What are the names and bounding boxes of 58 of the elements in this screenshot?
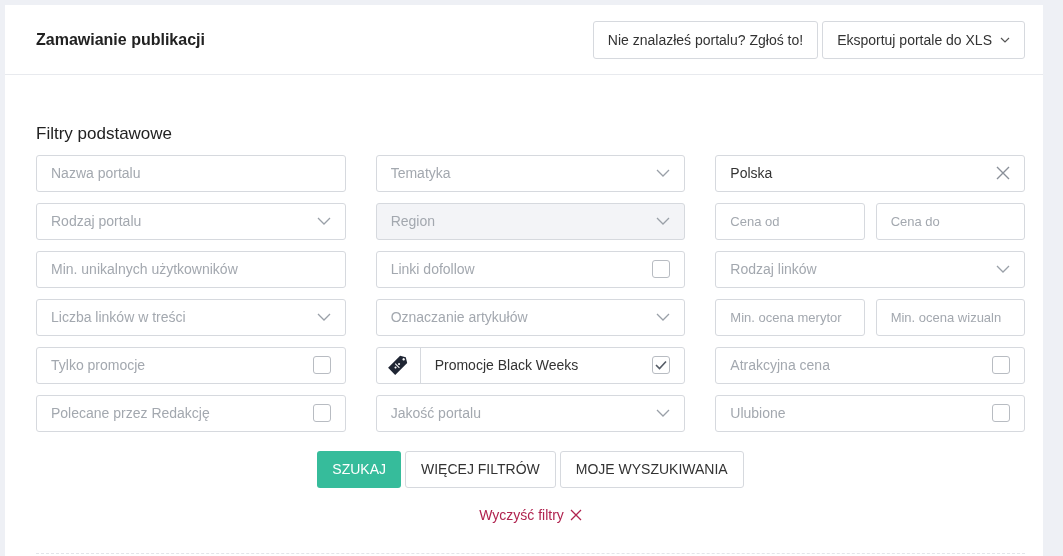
checkbox-label: Polecane przez Redakcję <box>51 404 210 423</box>
chevron-down-icon <box>656 409 671 417</box>
select-field[interactable]: Polska <box>715 154 1025 192</box>
select-placeholder: Tematyka <box>390 164 451 183</box>
checkbox[interactable] <box>652 356 671 374</box>
chevron-down-icon <box>996 265 1010 273</box>
select-placeholder: Oznaczanie artykułów <box>390 308 528 327</box>
checkbox[interactable] <box>992 356 1010 374</box>
report-button[interactable]: Nie znalazłeś portalu? Zgłoś to! <box>592 20 819 59</box>
action-button[interactable]: MOJE WYSZUKIWANIA <box>559 450 744 488</box>
select-placeholder: Rodzaj portalu <box>51 212 142 231</box>
checkbox-label: Tylko promocje <box>51 356 146 375</box>
chevron-down-icon <box>656 169 671 177</box>
check-icon <box>655 360 668 370</box>
checkbox-label: Atrakcyjna cena <box>730 356 830 375</box>
checkbox-field[interactable]: Tylko promocje <box>36 346 346 384</box>
checkbox[interactable] <box>312 404 331 422</box>
select-placeholder: Rodzaj linków <box>730 260 817 279</box>
checkbox[interactable] <box>312 356 331 374</box>
select-field[interactable]: Jakość portalu <box>375 394 686 432</box>
export-dropdown-button[interactable]: Eksportuj portale do XLS <box>822 20 1025 59</box>
select-field[interactable]: Tematyka <box>375 154 686 192</box>
chevron-down-icon <box>1000 36 1010 43</box>
action-button[interactable]: WIĘCEJ FILTRÓW <box>405 450 556 488</box>
number-field[interactable]: Cena do <box>875 202 1025 240</box>
checkbox-field[interactable]: Ulubione <box>715 394 1025 432</box>
checkbox-field[interactable]: Linki dofollow <box>375 250 686 288</box>
checkbox-label: Promocje Black Weeks <box>434 356 579 375</box>
section-title: Filtry podstawowe <box>36 123 174 145</box>
page-title: Zamawianie publikacji <box>36 29 205 50</box>
select-field[interactable]: Rodzaj linków <box>715 250 1025 288</box>
select-placeholder: Jakość portalu <box>390 404 481 423</box>
checkbox-field[interactable]: Promocje Black Weeks <box>375 346 686 384</box>
select-placeholder: Liczba linków w treści <box>51 308 186 327</box>
select-placeholder: Region <box>390 212 436 231</box>
select-value: Polska <box>730 164 773 183</box>
chevron-down-icon <box>316 217 331 225</box>
chevron-down-icon <box>656 217 671 225</box>
select-field[interactable]: Oznaczanie artykułów <box>375 298 686 336</box>
select-field[interactable]: Liczba linków w treści <box>36 298 346 336</box>
checkbox-label: Ulubione <box>730 404 786 423</box>
checkbox-field[interactable]: Atrakcyjna cena <box>715 346 1025 384</box>
search-button[interactable]: SZUKAJ <box>317 450 401 488</box>
checkbox-field[interactable]: Polecane przez Redakcję <box>36 394 346 432</box>
clear-filters-link[interactable]: Wyczyść filtry <box>479 504 582 525</box>
select-field[interactable]: Rodzaj portalu <box>36 202 346 240</box>
close-icon <box>569 508 582 521</box>
text-field[interactable]: Nazwa portalu <box>36 154 346 192</box>
text-field[interactable]: Min. unikalnych użytkowników <box>36 250 346 288</box>
number-field[interactable]: Min. ocena wizualn <box>875 298 1025 336</box>
number-field[interactable]: Min. ocena merytor <box>715 298 865 336</box>
close-icon[interactable] <box>996 166 1010 180</box>
chevron-down-icon <box>316 313 331 321</box>
checkbox[interactable] <box>652 260 671 278</box>
checkbox-label: Linki dofollow <box>390 260 475 279</box>
chevron-down-icon <box>656 313 671 321</box>
checkbox[interactable] <box>992 404 1010 422</box>
number-field[interactable]: Cena od <box>715 202 865 240</box>
